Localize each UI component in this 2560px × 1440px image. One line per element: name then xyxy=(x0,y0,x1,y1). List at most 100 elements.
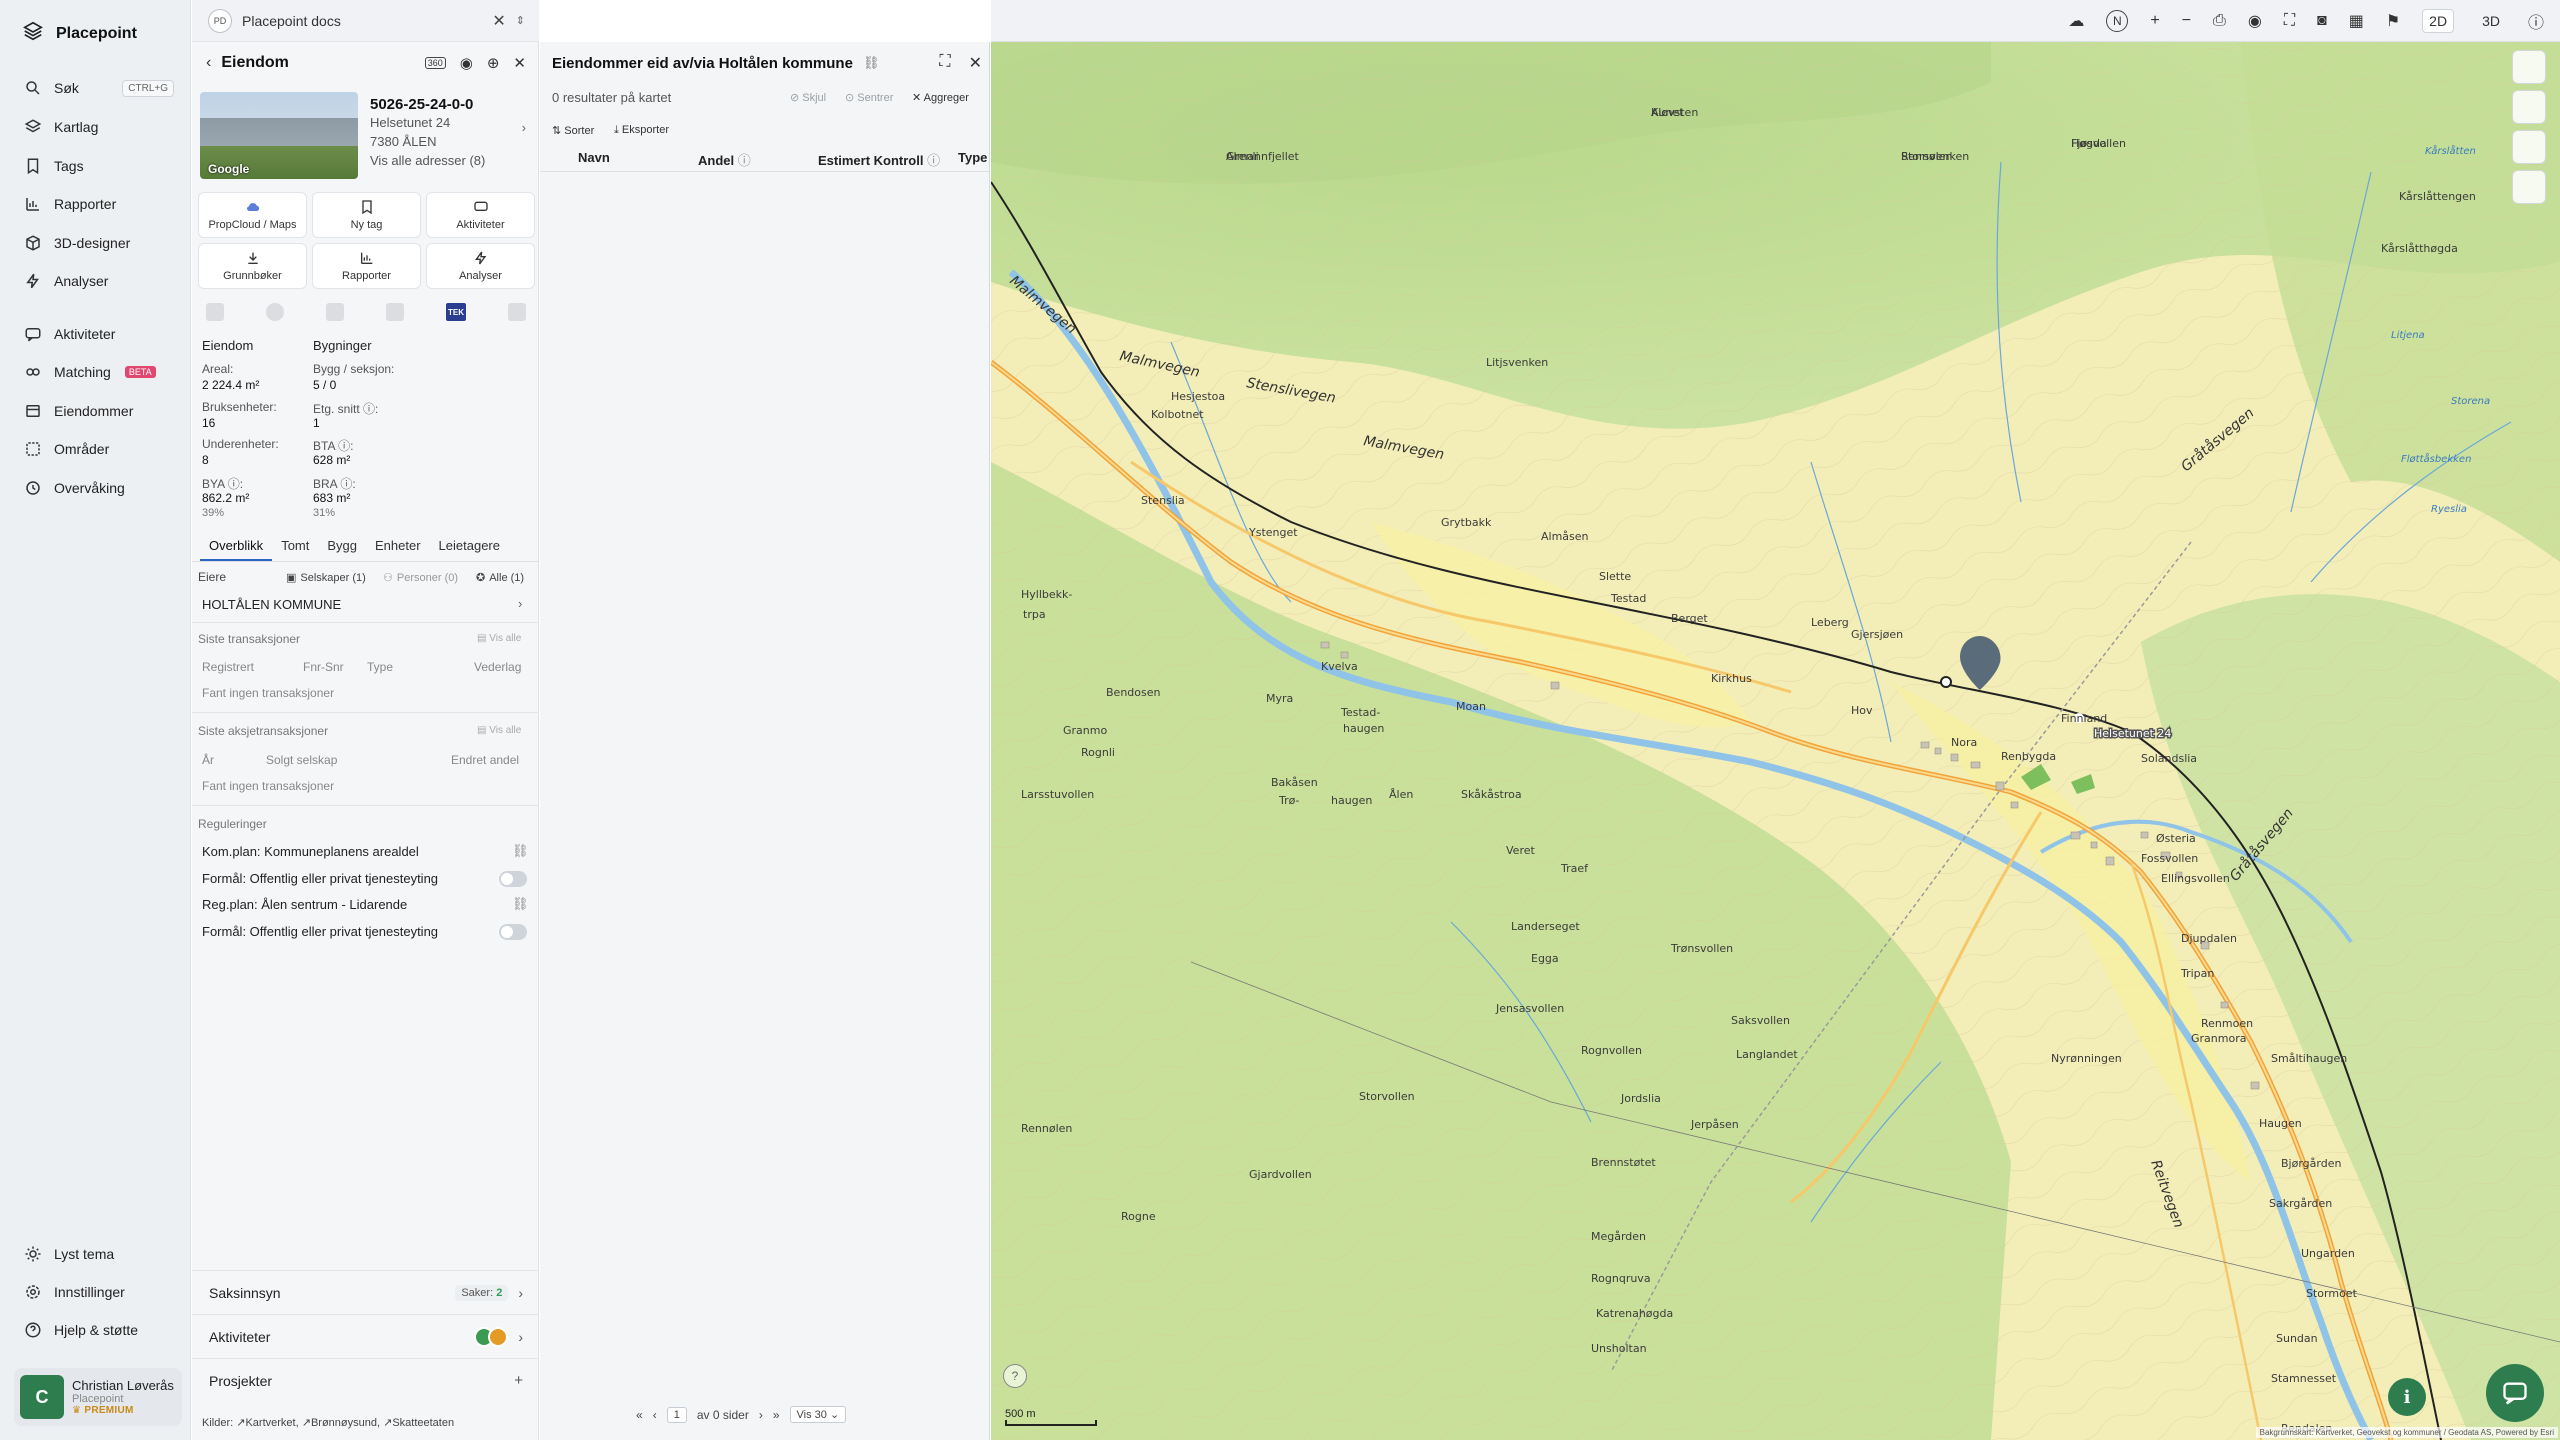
plus-icon[interactable]: + xyxy=(514,1372,523,1389)
nav-item-search[interactable]: Søk CTRL+G xyxy=(24,76,174,100)
regulation-item[interactable]: Kom.plan: Kommuneplanens arealdel xyxy=(202,844,419,859)
nav-item-monitoring[interactable]: Overvåking xyxy=(24,476,174,500)
info-button[interactable]: i xyxy=(2388,1378,2426,1416)
nav-item-light-theme[interactable]: Lyst tema xyxy=(24,1242,174,1266)
propcloud-button[interactable]: PropCloud / Maps xyxy=(198,192,307,238)
fullscreen-icon[interactable]: ⛶ xyxy=(2284,12,2295,30)
next-page-icon[interactable]: › xyxy=(759,1408,763,1422)
back-icon[interactable]: ‹ xyxy=(206,54,211,72)
transactions-show-all[interactable]: ▤ Vis alle xyxy=(477,633,521,644)
nav-item-settings[interactable]: Innstillinger xyxy=(24,1280,174,1304)
col-name[interactable]: Navn xyxy=(578,150,610,165)
nav-item-help[interactable]: Hjelp & støtte xyxy=(24,1318,174,1342)
measure-tool-button[interactable] xyxy=(2512,90,2546,124)
nav-item-3d-designer[interactable]: 3D-designer xyxy=(24,231,174,255)
chat-button[interactable] xyxy=(2486,1364,2544,1422)
eye-icon[interactable]: ◉ xyxy=(460,54,473,72)
tab-units[interactable]: Enheter xyxy=(366,532,430,561)
topographic-map[interactable]: Helsetunet 24 Malmvegen Malmvegen Stensl… xyxy=(991,42,2560,1440)
all-addresses-link[interactable]: Vis alle adresser (8) xyxy=(370,151,532,170)
col-estimated-control[interactable]: Estimert Kontroll ⓘ xyxy=(818,150,940,169)
chart-tool-button[interactable] xyxy=(2512,130,2546,164)
print-icon[interactable]: ⎙ xyxy=(2213,12,2226,30)
case-access-section[interactable]: Saksinnsyn Saker: 2 › xyxy=(192,1270,539,1314)
link-icon[interactable]: ⛓ xyxy=(512,896,529,912)
owner-name[interactable]: HOLTÅLEN KOMMUNE xyxy=(202,597,341,612)
layer-tool-button[interactable] xyxy=(2512,50,2546,84)
share-transactions-show-all[interactable]: ▤ Vis alle xyxy=(477,725,521,736)
export-button[interactable]: ⤓ Eksporter xyxy=(614,124,669,137)
nav-item-reports[interactable]: Rapporter xyxy=(24,192,174,216)
regulation-item[interactable]: Reg.plan: Ålen sentrum - Lidarende xyxy=(202,897,407,912)
nav-item-analyses[interactable]: Analyser xyxy=(24,269,174,293)
analyses-button[interactable]: Analyser xyxy=(426,243,535,289)
new-tag-button[interactable]: Ny tag xyxy=(312,192,421,238)
docs-bar[interactable]: PD Placepoint docs ✕ ⇕ xyxy=(192,0,539,42)
address-block[interactable]: 5026-25-24-0-0 Helsetunet 24 7380 ÅLEN V… xyxy=(370,96,532,170)
tab-buildings[interactable]: Bygg xyxy=(318,532,366,561)
link-icon[interactable]: ⛓ xyxy=(863,55,880,71)
compass-icon[interactable]: N xyxy=(2106,9,2129,32)
view-360-button[interactable]: 360 xyxy=(424,57,446,69)
chevron-updown-icon[interactable]: ⇕ xyxy=(516,14,525,27)
close-icon[interactable]: ✕ xyxy=(513,54,526,72)
bookmark-icon[interactable]: ⚑ xyxy=(2386,11,2400,31)
tek-icon[interactable]: TEK xyxy=(446,303,466,321)
land-icon[interactable] xyxy=(206,303,224,321)
tab-tenants[interactable]: Leietagere xyxy=(430,532,509,561)
source-link[interactable]: ↗Skatteetaten xyxy=(383,1417,454,1429)
link-icon[interactable]: ⛓ xyxy=(512,843,529,859)
home-icon[interactable] xyxy=(508,303,526,321)
activities-section[interactable]: Aktiviteter › xyxy=(192,1314,539,1358)
activities-button[interactable]: Aktiviteter xyxy=(426,192,535,238)
info-icon[interactable]: ⓘ xyxy=(2528,9,2544,33)
camera-icon[interactable]: ◙ xyxy=(2317,12,2327,30)
first-page-icon[interactable]: « xyxy=(636,1408,643,1422)
tab-overview[interactable]: Overblikk xyxy=(200,532,273,561)
close-icon[interactable]: ✕ xyxy=(492,11,505,31)
globe-icon[interactable] xyxy=(266,303,284,321)
tree-icon[interactable] xyxy=(326,303,344,321)
user-card[interactable]: C Christian Løverås Placepoint ♛ PREMIUM xyxy=(14,1368,182,1426)
regulation-toggle[interactable] xyxy=(499,924,527,940)
brand[interactable]: Placepoint xyxy=(22,20,137,47)
filter-all[interactable]: ✪ Alle (1) xyxy=(476,571,524,585)
streetview-photo[interactable]: Google xyxy=(200,92,358,179)
eye-icon[interactable]: ◉ xyxy=(2248,11,2262,31)
sort-button[interactable]: ⇅ Sorter xyxy=(552,124,594,137)
center-button[interactable]: ⊙ Sentrer xyxy=(845,91,893,104)
grid-icon[interactable]: ▦ xyxy=(2349,11,2364,31)
view-3d-button[interactable]: 3D xyxy=(2476,10,2506,32)
nav-item-activities[interactable]: Aktiviteter xyxy=(24,322,174,346)
last-page-icon[interactable]: » xyxy=(773,1408,780,1422)
nav-item-layers[interactable]: Kartlag xyxy=(24,115,174,139)
prev-page-icon[interactable]: ‹ xyxy=(653,1408,657,1422)
regulation-toggle[interactable] xyxy=(499,871,527,887)
col-type[interactable]: Type xyxy=(958,150,987,165)
nav-item-areas[interactable]: Områder xyxy=(24,437,174,461)
hide-button[interactable]: ⊘ Skjul xyxy=(790,91,826,104)
tab-plot[interactable]: Tomt xyxy=(272,532,318,561)
filter-companies[interactable]: ▣ Selskaper (1) xyxy=(286,571,366,585)
reports-button[interactable]: Rapporter xyxy=(312,243,421,289)
zoom-in-icon[interactable]: + xyxy=(2150,12,2159,30)
source-link[interactable]: ↗Brønnøysund xyxy=(302,1417,377,1429)
weather-icon[interactable]: ☁ xyxy=(2068,11,2084,31)
land-registry-button[interactable]: Grunnbøker xyxy=(198,243,307,289)
close-icon[interactable]: ✕ xyxy=(969,53,982,73)
aggregate-button[interactable]: ✕ Aggreger xyxy=(912,91,969,104)
map-help-icon[interactable]: ? xyxy=(1003,1364,1027,1388)
stats-tool-button[interactable] xyxy=(2512,170,2546,204)
source-link[interactable]: ↗Kartverket xyxy=(236,1417,295,1429)
expand-icon[interactable]: ⛶ xyxy=(939,53,950,73)
nav-item-properties[interactable]: Eiendommer xyxy=(24,399,174,423)
col-share[interactable]: Andel ⓘ xyxy=(698,150,751,169)
zoom-out-icon[interactable]: − xyxy=(2182,12,2191,30)
view-2d-button[interactable]: 2D xyxy=(2422,8,2455,33)
bars-icon[interactable] xyxy=(386,303,404,321)
projects-section[interactable]: Prosjekter + xyxy=(192,1358,539,1402)
per-page-select[interactable]: Vis 30 ⌄ xyxy=(789,1406,847,1423)
page-input[interactable]: 1 xyxy=(666,1406,687,1423)
nav-item-tags[interactable]: Tags xyxy=(24,154,174,178)
map-canvas[interactable]: Helsetunet 24 Malmvegen Malmvegen Stensl… xyxy=(991,42,2560,1440)
